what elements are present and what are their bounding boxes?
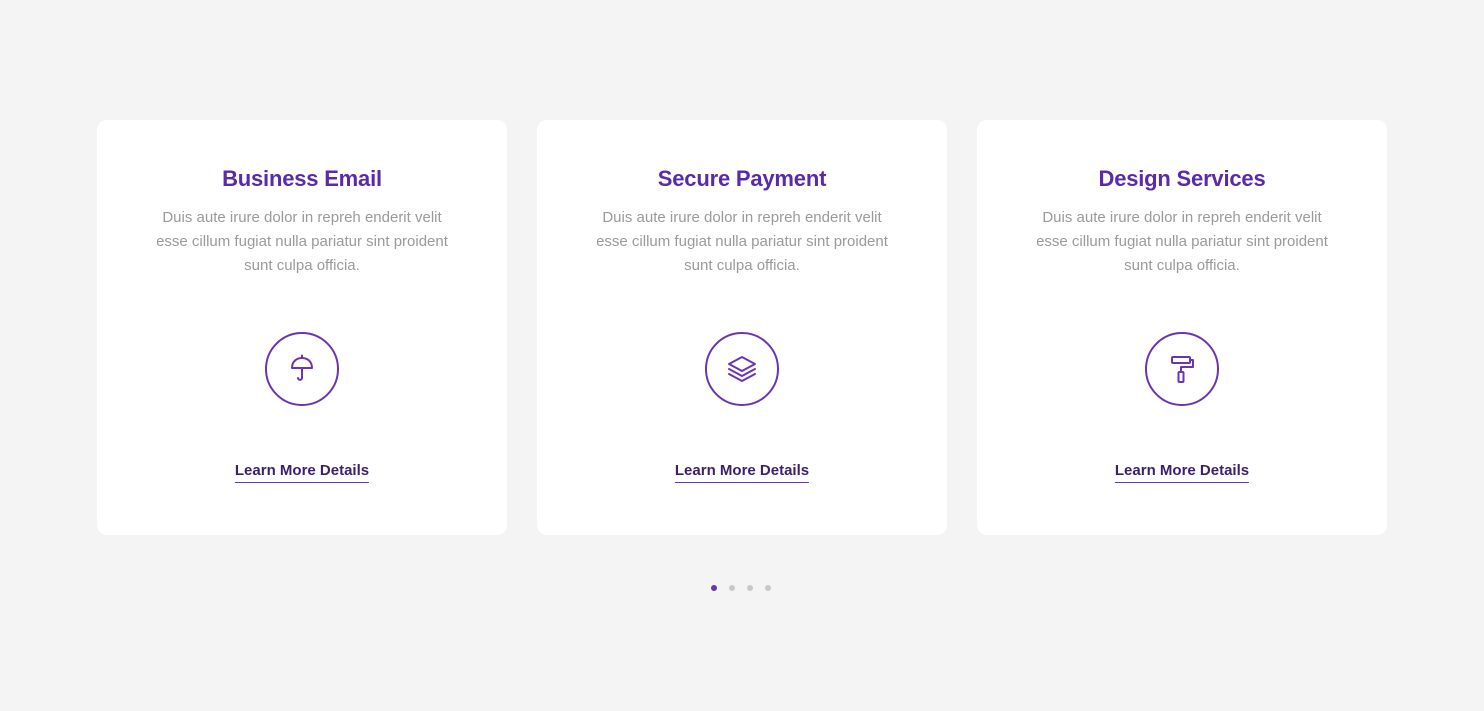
icon-circle [265,332,339,406]
service-card-design-services: Design Services Duis aute irure dolor in… [977,120,1387,535]
carousel-dot-3[interactable] [747,585,753,591]
paint-roller-icon [1171,356,1194,383]
card-description: Duis aute irure dolor in repreh enderit … [156,209,448,274]
service-card-business-email: Business Email Duis aute irure dolor in … [97,120,507,535]
service-card-secure-payment: Secure Payment Duis aute irure dolor in … [537,120,947,535]
learn-more-link[interactable]: Learn More Details [1114,462,1250,483]
carousel-dot-2[interactable] [729,585,735,591]
learn-more-link[interactable]: Learn More Details [674,462,810,483]
card-description: Duis aute irure dolor in repreh enderit … [596,209,888,274]
icon-circle [1145,332,1219,406]
card-description: Duis aute irure dolor in repreh enderit … [1036,209,1328,274]
card-title: Business Email [222,166,382,191]
carousel-dot-1[interactable] [711,585,717,591]
learn-more-link[interactable]: Learn More Details [234,462,370,483]
card-title: Design Services [1098,166,1266,191]
carousel-pagination [711,585,771,591]
carousel-dot-4[interactable] [765,585,771,591]
service-cards: Business Email Duis aute irure dolor in … [97,120,1387,535]
umbrella-icon [291,354,313,381]
layers-icon [728,356,756,382]
icon-circle [705,332,779,406]
card-title: Secure Payment [657,166,827,191]
